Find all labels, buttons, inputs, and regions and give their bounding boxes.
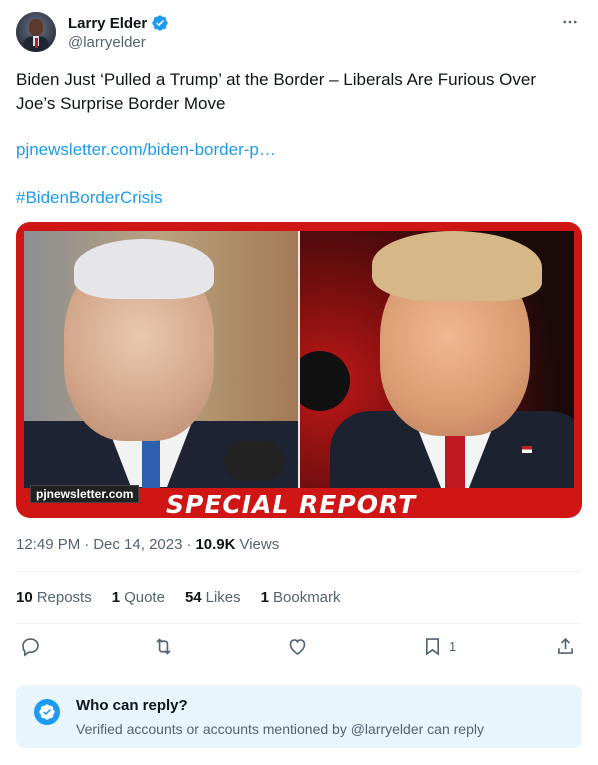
author-name[interactable]: Larry Elder: [68, 15, 147, 32]
tweet-hashtag[interactable]: #BidenBorderCrisis: [16, 188, 162, 208]
reply-restriction-title: Who can reply?: [76, 697, 188, 714]
action-bar: 1: [16, 636, 582, 662]
media-frame: [24, 231, 574, 488]
like-button[interactable]: [287, 636, 308, 657]
tweet-link[interactable]: pjnewsletter.com/biden-border-p…: [16, 140, 276, 160]
tweet-media-image[interactable]: pjnewsletter.com SPECIAL REPORT: [16, 222, 582, 518]
views-count: 10.9K: [195, 536, 236, 553]
bookmark-icon: [425, 638, 440, 656]
engagement-stats: 10 Reposts 1 Quote 54 Likes 1 Bookmark: [16, 589, 341, 606]
meta-separator: ·: [186, 536, 192, 553]
reposts-stat[interactable]: 10 Reposts: [16, 589, 92, 606]
avatar[interactable]: [16, 12, 56, 52]
tweet-text-line: Biden Just ‘Pulled a Trump’ at the Borde…: [16, 70, 537, 89]
author-handle[interactable]: @larryelder: [68, 34, 146, 51]
bookmark-button[interactable]: 1: [422, 636, 456, 657]
reply-restriction-box: Who can reply? Verified accounts or acco…: [16, 685, 582, 748]
divider: [16, 571, 582, 572]
tweet-date[interactable]: Dec 14, 2023: [93, 536, 182, 553]
tweet-text: Biden Just ‘Pulled a Trump’ at the Borde…: [16, 68, 576, 116]
bookmarks-stat[interactable]: 1 Bookmark: [261, 589, 341, 606]
quotes-stat[interactable]: 1 Quote: [112, 589, 165, 606]
tweet-header: Larry Elder @larryelder: [16, 10, 582, 54]
reply-restriction-icon: [34, 699, 60, 725]
media-site-tag: pjnewsletter.com: [30, 485, 140, 503]
media-right-photo: [300, 231, 574, 488]
tweet-text-line: Joe’s Surprise Border Move: [16, 94, 226, 113]
more-options-icon[interactable]: [560, 12, 580, 32]
bookmark-count: 1: [449, 639, 457, 654]
tweet-time[interactable]: 12:49 PM: [16, 536, 80, 553]
repost-button[interactable]: [153, 636, 174, 657]
reply-icon: [22, 638, 39, 657]
views-label: Views: [239, 536, 280, 553]
media-banner-text: SPECIAL REPORT: [166, 490, 417, 518]
reply-button[interactable]: [20, 636, 41, 657]
likes-stat[interactable]: 54 Likes: [185, 589, 241, 606]
author-name-row[interactable]: Larry Elder: [68, 14, 169, 32]
tweet-meta: 12:49 PM · Dec 14, 2023 · 10.9K Views: [16, 536, 279, 553]
repost-icon: [156, 638, 171, 655]
heart-icon: [289, 639, 306, 655]
meta-separator: ·: [84, 536, 90, 553]
reply-restriction-description: Verified accounts or accounts mentioned …: [76, 721, 484, 737]
divider: [16, 623, 582, 624]
verified-badge-icon: [152, 15, 168, 31]
media-left-photo: [24, 231, 298, 488]
share-button[interactable]: [555, 636, 576, 657]
share-icon: [558, 637, 573, 654]
